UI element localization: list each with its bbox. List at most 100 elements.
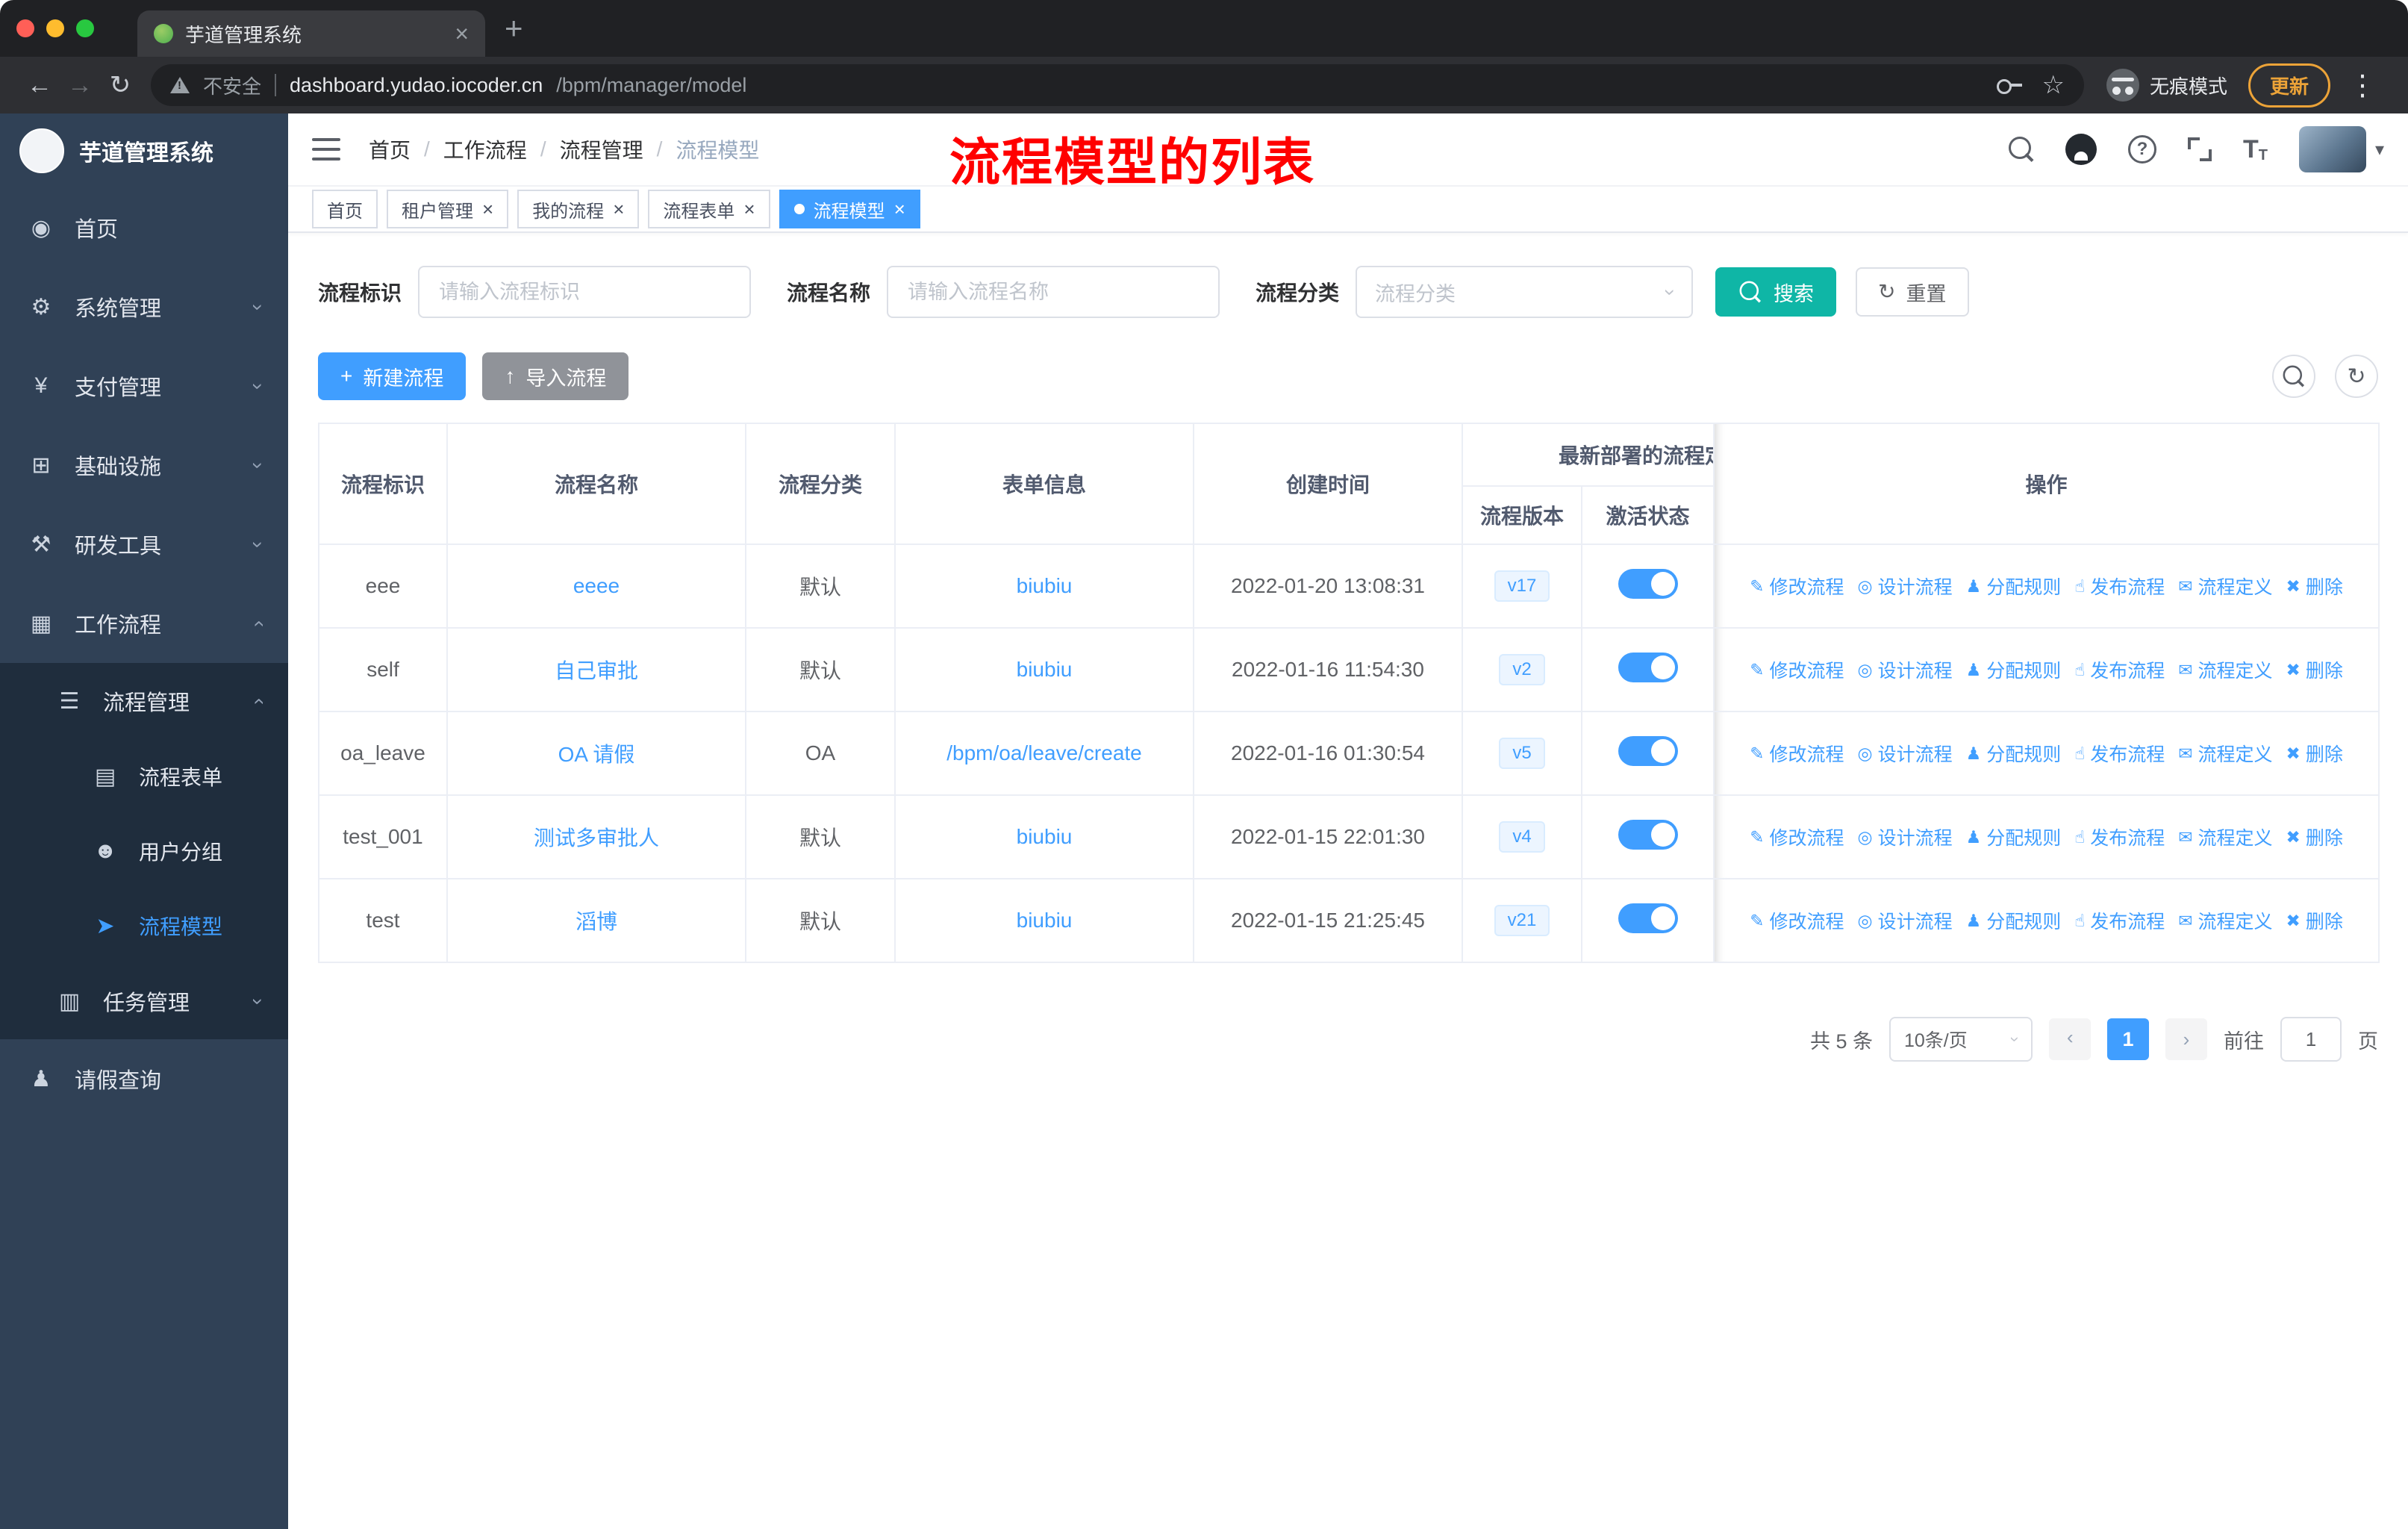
active-toggle[interactable] xyxy=(1618,819,1678,850)
definition-action-link[interactable]: ✉ 流程定义 xyxy=(2178,907,2272,934)
window-maximize-button[interactable] xyxy=(76,19,94,37)
breadcrumb-item[interactable]: 首页 xyxy=(369,134,411,164)
tag-process-form[interactable]: 流程表单 × xyxy=(648,190,770,228)
new-tab-button[interactable]: + xyxy=(505,13,523,44)
design-action-link[interactable]: ◎ 设计流程 xyxy=(1857,573,1952,600)
version-badge[interactable]: v4 xyxy=(1499,821,1545,853)
delete-action-link[interactable]: ✖ 删除 xyxy=(2286,823,2343,850)
tag-process-model-active[interactable]: 流程模型 × xyxy=(779,190,920,228)
sidebar-item-process-form[interactable]: ▤ 流程表单 xyxy=(0,739,288,814)
process-id-input[interactable] xyxy=(418,266,752,318)
form-info-link[interactable]: biubiu xyxy=(1017,825,1073,848)
assign-rule-action-link[interactable]: ♟ 分配规则 xyxy=(1966,823,2062,850)
publish-action-link[interactable]: ☝ 发布流程 xyxy=(2074,823,2165,850)
security-label[interactable]: 不安全 xyxy=(203,72,261,99)
github-icon[interactable] xyxy=(2065,134,2097,165)
show-search-button[interactable] xyxy=(2272,355,2315,398)
design-action-link[interactable]: ◎ 设计流程 xyxy=(1857,907,1952,934)
reset-button[interactable]: ↻ 重置 xyxy=(1856,267,1969,317)
sidebar-item-leave-query[interactable]: ♟ 请假查询 xyxy=(0,1039,288,1118)
delete-action-link[interactable]: ✖ 删除 xyxy=(2286,656,2343,683)
assign-rule-action-link[interactable]: ♟ 分配规则 xyxy=(1966,740,2062,767)
publish-action-link[interactable]: ☝ 发布流程 xyxy=(2074,656,2165,683)
form-info-link[interactable]: biubiu xyxy=(1017,574,1073,597)
address-bar[interactable]: 不安全 dashboard.yudao.iocoder.cn/bpm/manag… xyxy=(151,64,2084,106)
form-info-link[interactable]: /bpm/oa/leave/create xyxy=(946,741,1142,764)
process-name-input[interactable] xyxy=(887,266,1220,318)
browser-update-button[interactable]: 更新 xyxy=(2248,63,2330,108)
tag-home[interactable]: 首页 xyxy=(312,190,378,228)
assign-rule-action-link[interactable]: ♟ 分配规则 xyxy=(1966,573,2062,600)
sidebar-item-home[interactable]: ◉ 首页 xyxy=(0,188,288,267)
user-menu[interactable]: ▾ xyxy=(2298,126,2384,172)
search-icon[interactable] xyxy=(2008,137,2034,162)
sidebar-item-dev-tools[interactable]: ⚒ 研发工具 › xyxy=(0,505,288,584)
goto-page-input[interactable] xyxy=(2280,1017,2342,1062)
search-button[interactable]: 搜索 xyxy=(1715,267,1837,317)
sidebar-item-system-management[interactable]: ⚙ 系统管理 › xyxy=(0,267,288,346)
version-badge[interactable]: v21 xyxy=(1494,905,1550,936)
publish-action-link[interactable]: ☝ 发布流程 xyxy=(2074,573,2165,600)
close-icon[interactable]: × xyxy=(894,198,905,221)
reload-button[interactable]: ↻ xyxy=(100,65,140,105)
sidebar-item-payment-management[interactable]: ¥ 支付管理 › xyxy=(0,346,288,426)
sidebar-item-user-group[interactable]: ☻ 用户分组 xyxy=(0,814,288,888)
design-action-link[interactable]: ◎ 设计流程 xyxy=(1857,656,1952,683)
window-minimize-button[interactable] xyxy=(46,19,64,37)
breadcrumb-item[interactable]: 流程管理 xyxy=(560,134,643,164)
close-icon[interactable]: × xyxy=(613,198,624,221)
process-category-select[interactable]: 流程分类 › xyxy=(1356,266,1694,318)
definition-action-link[interactable]: ✉ 流程定义 xyxy=(2178,823,2272,850)
edit-action-link[interactable]: ✎ 修改流程 xyxy=(1750,656,1844,683)
edit-action-link[interactable]: ✎ 修改流程 xyxy=(1750,907,1844,934)
forward-button[interactable]: → xyxy=(60,65,100,105)
definition-action-link[interactable]: ✉ 流程定义 xyxy=(2178,656,2272,683)
active-toggle[interactable] xyxy=(1618,903,1678,933)
avatar[interactable] xyxy=(2298,126,2366,172)
active-toggle[interactable] xyxy=(1618,652,1678,682)
sidebar-toggle-button[interactable] xyxy=(312,138,340,161)
design-action-link[interactable]: ◎ 设计流程 xyxy=(1857,823,1952,850)
prev-page-button[interactable]: › xyxy=(2049,1018,2091,1060)
sidebar-item-workflow[interactable]: ▦ 工作流程 › xyxy=(0,584,288,663)
form-info-link[interactable]: biubiu xyxy=(1017,658,1073,681)
sidebar-item-task-management[interactable]: ▥ 任务管理 › xyxy=(0,963,288,1039)
fullscreen-icon[interactable] xyxy=(2187,137,2212,161)
sidebar-item-infrastructure[interactable]: ⊞ 基础设施 › xyxy=(0,426,288,505)
sidebar-item-process-management[interactable]: ☰ 流程管理 › xyxy=(0,663,288,739)
version-badge[interactable]: v2 xyxy=(1499,654,1545,685)
assign-rule-action-link[interactable]: ♟ 分配规则 xyxy=(1966,656,2062,683)
tab-close-icon[interactable]: × xyxy=(455,22,469,46)
publish-action-link[interactable]: ☝ 发布流程 xyxy=(2074,740,2165,767)
password-key-icon[interactable] xyxy=(1997,79,2023,94)
help-icon[interactable]: ? xyxy=(2127,135,2156,164)
definition-action-link[interactable]: ✉ 流程定义 xyxy=(2178,740,2272,767)
window-close-button[interactable] xyxy=(16,19,34,37)
design-action-link[interactable]: ◎ 设计流程 xyxy=(1857,740,1952,767)
form-info-link[interactable]: biubiu xyxy=(1017,909,1073,932)
create-process-button[interactable]: + 新建流程 xyxy=(318,352,467,400)
next-page-button[interactable]: › xyxy=(2165,1018,2207,1060)
page-size-select[interactable]: 10条/页 › xyxy=(1889,1017,2033,1062)
process-name-link[interactable]: OA 请假 xyxy=(558,743,635,766)
breadcrumb-item[interactable]: 工作流程 xyxy=(443,134,527,164)
assign-rule-action-link[interactable]: ♟ 分配规则 xyxy=(1966,907,2062,934)
process-name-link[interactable]: 滔博 xyxy=(576,910,617,933)
tag-tenant-management[interactable]: 租户管理 × xyxy=(387,190,509,228)
delete-action-link[interactable]: ✖ 删除 xyxy=(2286,907,2343,934)
import-process-button[interactable]: ↑ 导入流程 xyxy=(482,352,629,400)
sidebar-item-process-model[interactable]: ➤ 流程模型 xyxy=(0,888,288,963)
edit-action-link[interactable]: ✎ 修改流程 xyxy=(1750,573,1844,600)
close-icon[interactable]: × xyxy=(482,198,493,221)
current-page-button[interactable]: 1 xyxy=(2107,1018,2149,1060)
version-badge[interactable]: v5 xyxy=(1499,738,1545,769)
close-icon[interactable]: × xyxy=(743,198,755,221)
publish-action-link[interactable]: ☝ 发布流程 xyxy=(2074,907,2165,934)
version-badge[interactable]: v17 xyxy=(1494,570,1550,602)
back-button[interactable]: ← xyxy=(19,65,60,105)
process-name-link[interactable]: eeee xyxy=(573,574,620,597)
definition-action-link[interactable]: ✉ 流程定义 xyxy=(2178,573,2272,600)
app-logo[interactable]: 芋道管理系统 xyxy=(0,113,288,188)
bookmark-star-icon[interactable]: ☆ xyxy=(2042,70,2064,100)
font-size-icon[interactable]: TT xyxy=(2243,135,2268,164)
